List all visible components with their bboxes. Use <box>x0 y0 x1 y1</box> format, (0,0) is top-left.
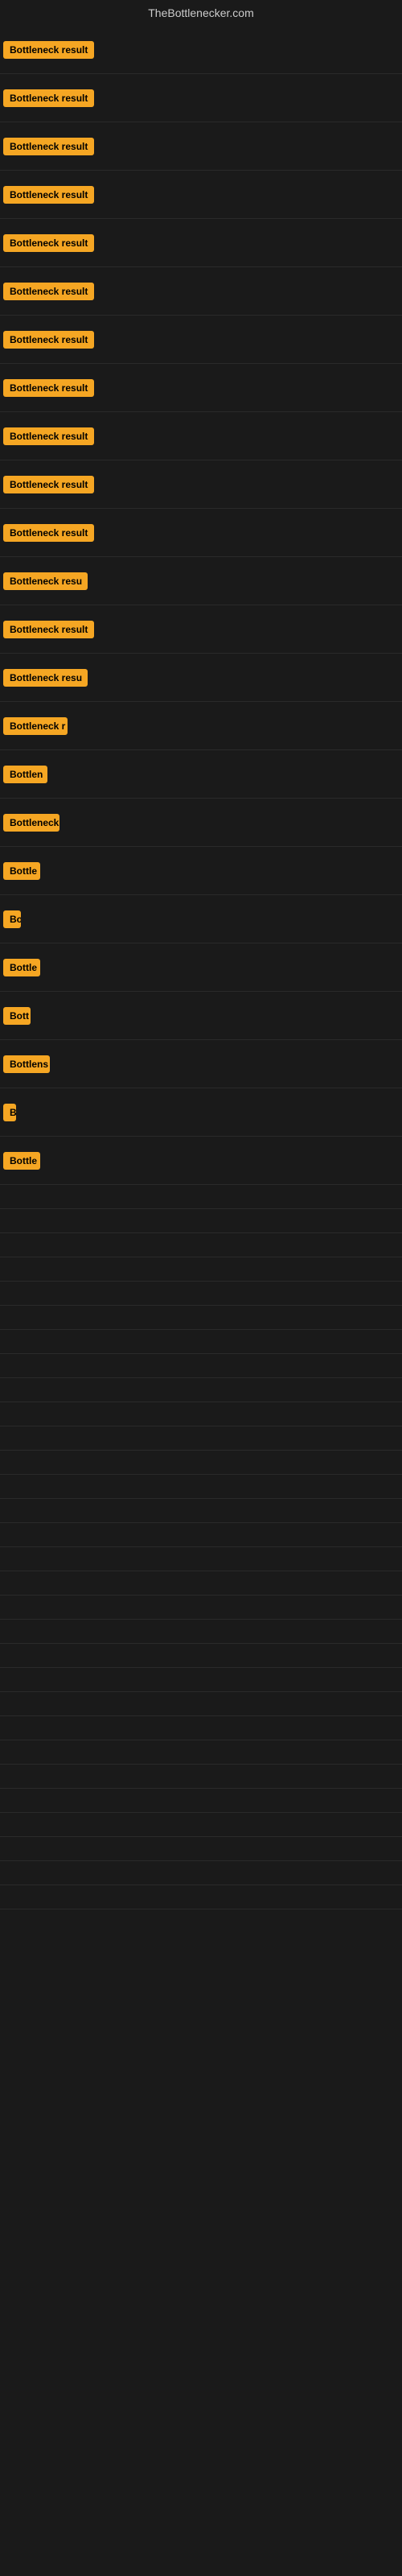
page-wrapper: TheBottlenecker.com Bottleneck resultBot… <box>0 0 402 2576</box>
empty-row <box>0 1209 402 1233</box>
empty-row <box>0 1233 402 1257</box>
bottleneck-badge[interactable]: Bottlens <box>3 1055 50 1073</box>
bottleneck-badge[interactable]: Bottleneck result <box>3 186 94 204</box>
result-row: B <box>0 1088 402 1137</box>
empty-row <box>0 1282 402 1306</box>
result-row: Bottleneck result <box>0 26 402 74</box>
empty-row <box>0 1692 402 1716</box>
result-row: Bottleneck result <box>0 412 402 460</box>
bottleneck-badge[interactable]: Bottle <box>3 1152 40 1170</box>
empty-row <box>0 1813 402 1837</box>
empty-row <box>0 1402 402 1426</box>
bottleneck-badge[interactable]: Bottleneck result <box>3 379 94 397</box>
empty-row <box>0 1596 402 1620</box>
bottleneck-badge[interactable]: Bo <box>3 910 21 928</box>
bottleneck-badge[interactable]: Bottleneck result <box>3 621 94 638</box>
result-row: Bottleneck result <box>0 74 402 122</box>
bottleneck-badge[interactable]: Bottleneck result <box>3 331 94 349</box>
bottleneck-badge[interactable]: Bottleneck result <box>3 427 94 445</box>
result-row: Bottleneck result <box>0 122 402 171</box>
result-row: Bottleneck result <box>0 460 402 509</box>
empty-row <box>0 1644 402 1668</box>
empty-row <box>0 1426 402 1451</box>
bottleneck-badge[interactable]: Bottleneck result <box>3 524 94 542</box>
empty-row <box>0 1716 402 1740</box>
empty-row <box>0 1837 402 1861</box>
result-row: Bottle <box>0 943 402 992</box>
empty-row <box>0 1861 402 1885</box>
bottleneck-badge[interactable]: Bottleneck result <box>3 234 94 252</box>
bottleneck-badge[interactable]: Bottlen <box>3 766 47 783</box>
empty-row <box>0 1330 402 1354</box>
result-row: Bo <box>0 895 402 943</box>
empty-row <box>0 1765 402 1789</box>
empty-row <box>0 1547 402 1571</box>
bottleneck-badge[interactable]: Bottleneck result <box>3 283 94 300</box>
result-row: Bottleneck result <box>0 316 402 364</box>
empty-row <box>0 1185 402 1209</box>
result-row: Bottle <box>0 1137 402 1185</box>
empty-row <box>0 1740 402 1765</box>
result-row: Bottle <box>0 847 402 895</box>
bottleneck-badge[interactable]: Bottleneck result <box>3 476 94 493</box>
bottleneck-badge[interactable]: Bottleneck result <box>3 41 94 59</box>
result-row: Bottleneck r <box>0 702 402 750</box>
result-row: Bottleneck resu <box>0 654 402 702</box>
result-row: Bottlens <box>0 1040 402 1088</box>
result-row: Bottleneck <box>0 799 402 847</box>
result-row: Bottleneck result <box>0 267 402 316</box>
empty-row <box>0 1378 402 1402</box>
bottleneck-badge[interactable]: Bottle <box>3 862 40 880</box>
bottleneck-badge[interactable]: Bott <box>3 1007 31 1025</box>
empty-row <box>0 1475 402 1499</box>
empty-row <box>0 1620 402 1644</box>
empty-row <box>0 1354 402 1378</box>
result-row: Bottlen <box>0 750 402 799</box>
bottleneck-badge[interactable]: Bottleneck <box>3 814 59 832</box>
bottleneck-badge[interactable]: Bottleneck r <box>3 717 68 735</box>
bottleneck-badge[interactable]: Bottleneck result <box>3 138 94 155</box>
result-row: Bottleneck result <box>0 364 402 412</box>
empty-row <box>0 1789 402 1813</box>
result-row: Bottleneck result <box>0 219 402 267</box>
empty-row <box>0 1451 402 1475</box>
empty-row <box>0 1257 402 1282</box>
results-container: Bottleneck result Bottleneck result Bottle… <box>0 26 402 1909</box>
bottleneck-badge[interactable]: Bottle <box>3 959 40 976</box>
result-row: Bottleneck resu <box>0 557 402 605</box>
result-row: Bottleneck result <box>0 171 402 219</box>
bottleneck-badge[interactable]: B <box>3 1104 16 1121</box>
bottleneck-badge[interactable]: Bottleneck result <box>3 89 94 107</box>
empty-row <box>0 1885 402 1909</box>
empty-row <box>0 1523 402 1547</box>
empty-row <box>0 1668 402 1692</box>
result-row: Bottleneck result <box>0 605 402 654</box>
empty-row <box>0 1499 402 1523</box>
site-title: TheBottlenecker.com <box>0 0 402 26</box>
result-row: Bottleneck result <box>0 509 402 557</box>
empty-row <box>0 1306 402 1330</box>
result-row: Bott <box>0 992 402 1040</box>
bottleneck-badge[interactable]: Bottleneck resu <box>3 669 88 687</box>
bottleneck-badge[interactable]: Bottleneck resu <box>3 572 88 590</box>
empty-row <box>0 1571 402 1596</box>
